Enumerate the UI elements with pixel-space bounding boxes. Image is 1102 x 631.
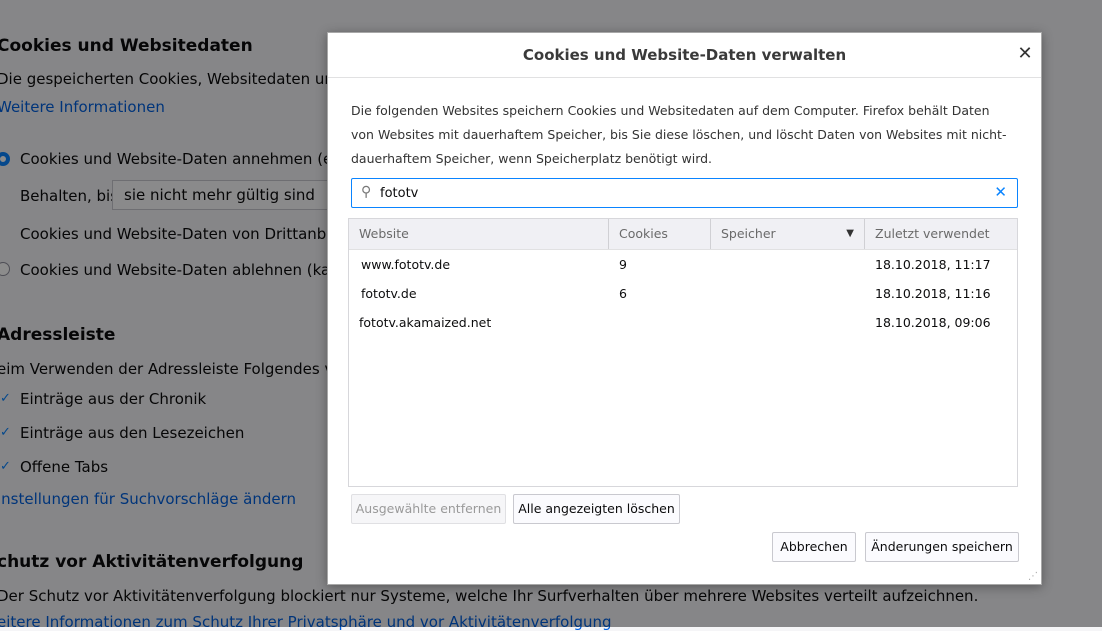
column-website[interactable]: Website (349, 219, 608, 249)
resize-grip-icon[interactable]: ⋰ (1028, 571, 1038, 582)
search-icon: ⚲ (361, 184, 372, 200)
remove-selected-button[interactable]: Ausgewählte entfernen (351, 494, 506, 524)
search-input[interactable] (380, 183, 980, 203)
column-storage[interactable]: Speicher ▼ (710, 219, 864, 249)
row-last-used: 18.10.2018, 11:17 (875, 257, 991, 272)
column-cookies[interactable]: Cookies (608, 219, 710, 249)
table-header: Website Cookies Speicher ▼ Zuletzt verwe… (349, 219, 1017, 250)
sort-descending-icon: ▼ (846, 228, 854, 239)
row-website: fototv.de (361, 286, 417, 301)
table-row[interactable]: fototv.de 6 18.10.2018, 11:16 (349, 279, 1017, 308)
column-cookies-label: Cookies (619, 226, 668, 241)
cancel-button[interactable]: Abbrechen (772, 532, 856, 562)
row-last-used: 18.10.2018, 11:16 (875, 286, 991, 301)
row-website: fototv.akamaized.net (359, 315, 492, 330)
manage-cookies-dialog: Cookies und Website-Daten verwalten ✕ Di… (327, 32, 1042, 585)
dialog-title: Cookies und Website-Daten verwalten (522, 46, 847, 64)
dialog-description: Die folgenden Websites speichern Cookies… (351, 103, 1007, 166)
clear-search-icon[interactable]: ✕ (994, 183, 1007, 201)
remove-all-shown-button[interactable]: Alle angezeigten löschen (513, 494, 680, 524)
save-changes-button[interactable]: Änderungen speichern (865, 532, 1019, 562)
sites-table: Website Cookies Speicher ▼ Zuletzt verwe… (348, 218, 1018, 487)
row-cookies: 9 (619, 257, 627, 272)
row-cookies: 6 (619, 286, 627, 301)
column-last-used-label: Zuletzt verwendet (875, 226, 990, 241)
column-website-label: Website (359, 226, 409, 241)
column-last-used[interactable]: Zuletzt verwendet (864, 219, 1017, 249)
row-last-used: 18.10.2018, 09:06 (875, 315, 991, 330)
table-row[interactable]: fototv.akamaized.net 18.10.2018, 09:06 (349, 308, 1017, 337)
search-field[interactable]: ⚲ ✕ (351, 178, 1018, 208)
dialog-header: Cookies und Website-Daten verwalten ✕ (328, 33, 1041, 78)
row-website: www.fototv.de (361, 257, 451, 272)
close-icon[interactable]: ✕ (1015, 44, 1035, 64)
table-row[interactable]: www.fototv.de 9 18.10.2018, 11:17 (349, 250, 1017, 279)
column-storage-label: Speicher (721, 226, 776, 241)
